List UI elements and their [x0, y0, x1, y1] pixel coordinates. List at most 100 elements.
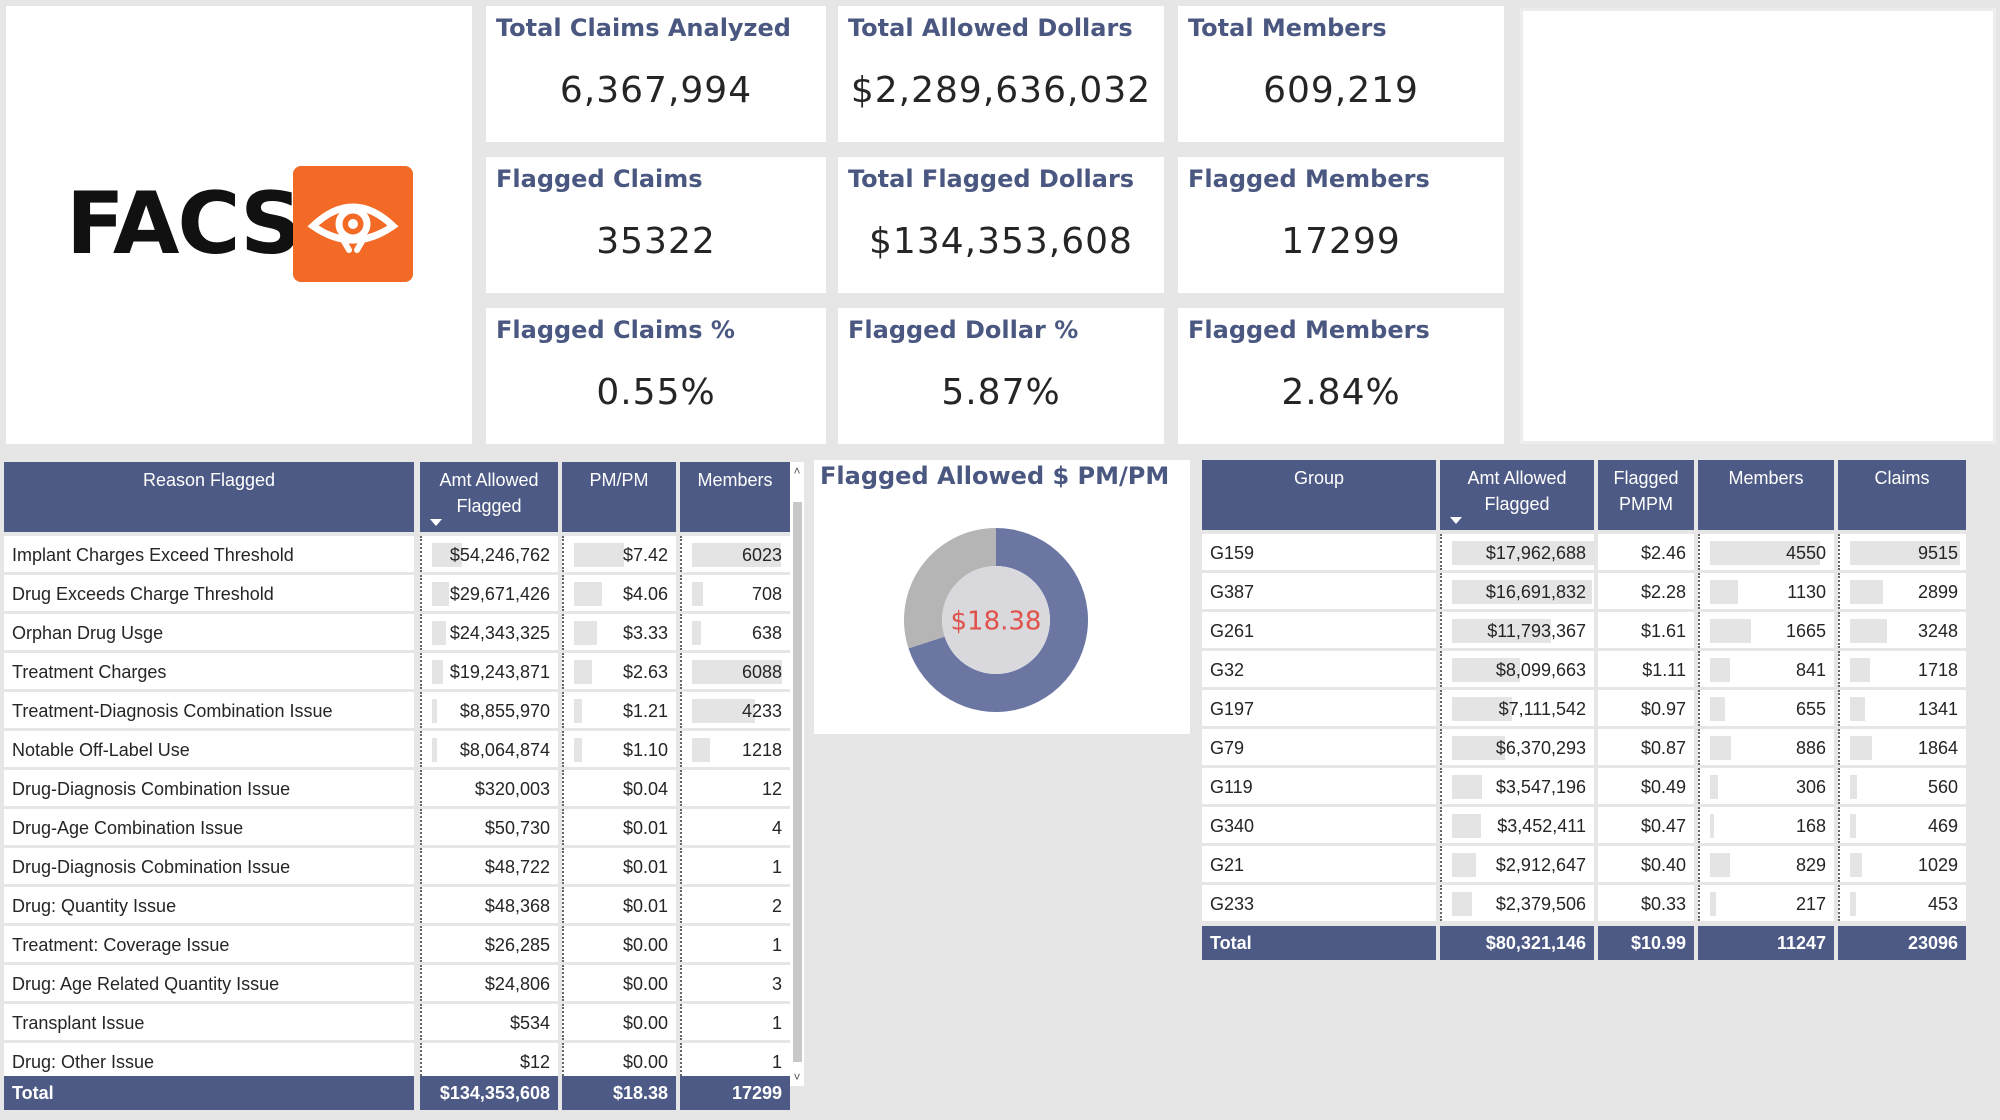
table-row[interactable]: G197 $7,111,542 $0.97 655 1341 — [1202, 690, 1966, 726]
cell-text: 1341 — [1917, 699, 1958, 719]
cell-text: Treatment Charges — [12, 662, 167, 682]
blank-visual-panel — [1520, 8, 1996, 444]
header-pmpm[interactable]: PM/PM — [562, 462, 676, 532]
total-amt: $80,321,146 — [1440, 926, 1594, 960]
table-row[interactable]: Drug-Diagnosis Combination Issue $320,003… — [4, 770, 790, 806]
sort-desc-icon[interactable] — [430, 519, 442, 526]
table-row[interactable]: Notable Off-Label Use $8,064,874 $1.10 1218 — [4, 731, 790, 767]
cell-text: $0.01 — [622, 818, 668, 838]
data-bar — [1710, 736, 1731, 760]
scroll-up-icon[interactable]: ˄ — [790, 464, 804, 478]
table-row[interactable]: G21 $2,912,647 $0.40 829 1029 — [1202, 846, 1966, 882]
header-label: Amt Allowed Flagged — [439, 470, 539, 516]
kpi-card-flagged-dollar-pct: Flagged Dollar % 5.87% — [838, 308, 1164, 444]
table-row[interactable]: Drug Exceeds Charge Threshold $29,671,426… — [4, 575, 790, 611]
cell-text: 1 — [771, 935, 782, 955]
group-table: Group Amt Allowed Flagged Flagged PMPM M… — [1202, 460, 1966, 964]
data-bar — [574, 738, 582, 762]
cell-pmpm: $1.11 — [1598, 651, 1694, 687]
cell-members: 168 — [1698, 807, 1834, 843]
table-row[interactable]: G233 $2,379,506 $0.33 217 453 — [1202, 885, 1966, 921]
cell-claims: 2899 — [1838, 573, 1966, 609]
table-row[interactable]: G32 $8,099,663 $1.11 841 1718 — [1202, 651, 1966, 687]
cell-group: G79 — [1202, 729, 1436, 765]
cell-reason: Drug Exceeds Charge Threshold — [4, 575, 414, 611]
table-row[interactable]: Drug: Age Related Quantity Issue $24,806 $… — [4, 965, 790, 1001]
total-members: 11247 — [1698, 926, 1834, 960]
kpi-value: $134,353,608 — [869, 221, 1133, 262]
cell-text: 453 — [1927, 894, 1958, 914]
cell-text: $12 — [519, 1052, 550, 1072]
cell-text: $24,343,325 — [449, 623, 550, 643]
reason-table-scrollbar[interactable]: ˄ ˅ — [790, 462, 804, 1086]
header-amt-allowed-flagged[interactable]: Amt Allowed Flagged — [420, 462, 558, 532]
cell-text: G21 — [1210, 855, 1245, 875]
kpi-value: 6,367,994 — [559, 70, 753, 111]
cell-text: 3 — [771, 974, 782, 994]
total-amt: $134,353,608 — [420, 1076, 558, 1110]
cell-text: 1 — [771, 1052, 782, 1072]
table-row[interactable]: Treatment: Coverage Issue $26,285 $0.00 1 — [4, 926, 790, 962]
cell-text: $19,243,871 — [449, 662, 550, 682]
kpi-value: 609,219 — [1263, 70, 1419, 111]
cell-text: 841 — [1795, 660, 1826, 680]
cell-members: 1 — [680, 848, 790, 884]
cell-reason: Drug: Quantity Issue — [4, 887, 414, 923]
table-row[interactable]: G387 $16,691,832 $2.28 1130 2899 — [1202, 573, 1966, 609]
table-row[interactable]: Drug-Age Combination Issue $50,730 $0.01 4 — [4, 809, 790, 845]
cell-pmpm: $0.47 — [1598, 807, 1694, 843]
donut-chart[interactable]: $18.38 — [896, 520, 1096, 720]
data-bar — [574, 582, 602, 606]
table-row[interactable]: Drug-Diagnosis Cobmination Issue $48,722 $… — [4, 848, 790, 884]
table-row[interactable]: G159 $17,962,688 $2.46 4550 9515 — [1202, 534, 1966, 570]
cell-text: $0.01 — [622, 896, 668, 916]
header-flagged-pmpm[interactable]: Flagged PMPM — [1598, 460, 1694, 530]
table-row[interactable]: Transplant Issue $534 $0.00 1 — [4, 1004, 790, 1040]
scroll-thumb[interactable] — [793, 502, 802, 1062]
cell-text: $0.49 — [1640, 777, 1686, 797]
header-amt-allowed-flagged[interactable]: Amt Allowed Flagged — [1440, 460, 1594, 530]
donut-center-label: $18.38 — [951, 607, 1042, 637]
header-members[interactable]: Members — [1698, 460, 1834, 530]
sort-desc-icon[interactable] — [1450, 517, 1462, 524]
cell-members: 1665 — [1698, 612, 1834, 648]
kpi-value: 0.55% — [596, 372, 716, 413]
cell-amt: $26,285 — [420, 926, 558, 962]
header-members[interactable]: Members — [680, 462, 790, 532]
cell-text: Notable Off-Label Use — [12, 740, 190, 760]
cell-claims: 1718 — [1838, 651, 1966, 687]
data-bar — [574, 699, 582, 723]
data-bar — [692, 582, 703, 606]
cell-text: Transplant Issue — [12, 1013, 145, 1033]
cell-text: 6088 — [741, 662, 782, 682]
header-reason-flagged[interactable]: Reason Flagged — [4, 462, 414, 532]
table-row[interactable]: Orphan Drug Usge $24,343,325 $3.33 638 — [4, 614, 790, 650]
table-row[interactable]: G119 $3,547,196 $0.49 306 560 — [1202, 768, 1966, 804]
kpi-title: Flagged Members — [1188, 165, 1430, 193]
cell-text: $1.21 — [622, 701, 668, 721]
cell-members: 1 — [680, 1004, 790, 1040]
data-bar — [1850, 892, 1856, 916]
table-row[interactable]: Implant Charges Exceed Threshold $54,246,… — [4, 536, 790, 572]
cell-pmpm: $0.00 — [562, 1004, 676, 1040]
header-group[interactable]: Group — [1202, 460, 1436, 530]
table-row[interactable]: Drug: Other Issue $12 $0.00 1 — [4, 1043, 790, 1079]
header-claims[interactable]: Claims — [1838, 460, 1966, 530]
data-bar — [432, 621, 446, 645]
table-row[interactable]: G79 $6,370,293 $0.87 886 1864 — [1202, 729, 1966, 765]
cell-amt: $2,912,647 — [1440, 846, 1594, 882]
table-row[interactable]: Drug: Quantity Issue $48,368 $0.01 2 — [4, 887, 790, 923]
cell-text: 1718 — [1917, 660, 1958, 680]
table-row[interactable]: Treatment-Diagnosis Combination Issue $8,… — [4, 692, 790, 728]
cell-claims: 1341 — [1838, 690, 1966, 726]
table-row[interactable]: G261 $11,793,367 $1.61 1665 3248 — [1202, 612, 1966, 648]
table-row[interactable]: G340 $3,452,411 $0.47 168 469 — [1202, 807, 1966, 843]
cell-pmpm: $0.01 — [562, 887, 676, 923]
cell-members: 3 — [680, 965, 790, 1001]
header-label: Amt Allowed Flagged — [1467, 468, 1567, 514]
cell-pmpm: $0.87 — [1598, 729, 1694, 765]
scroll-down-icon[interactable]: ˅ — [790, 1070, 804, 1084]
cell-text: $50,730 — [484, 818, 550, 838]
cell-text: 306 — [1795, 777, 1826, 797]
table-row[interactable]: Treatment Charges $19,243,871 $2.63 6088 — [4, 653, 790, 689]
